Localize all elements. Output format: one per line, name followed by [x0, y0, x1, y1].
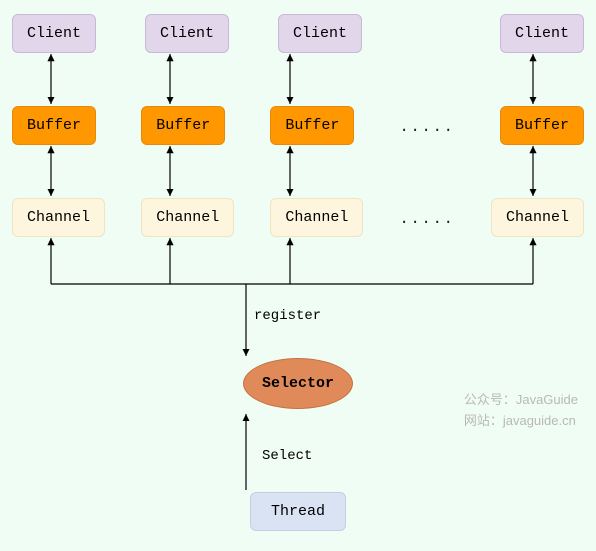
watermark-value: javaguide.cn — [503, 413, 576, 428]
ellipsis: ..... — [400, 117, 455, 135]
buffer-box: Buffer — [12, 106, 96, 145]
buffer-box: Buffer — [270, 106, 354, 145]
channel-box: Channel — [12, 198, 105, 237]
client-box: Client — [278, 14, 362, 53]
register-label: register — [254, 308, 321, 324]
channel-box: Channel — [270, 198, 363, 237]
buffer-box: Buffer — [141, 106, 225, 145]
selector-node: Selector — [243, 358, 353, 409]
watermark: 公众号：JavaGuide 网站：javaguide.cn — [464, 390, 578, 432]
client-box: Client — [500, 14, 584, 53]
ellipsis: ..... — [400, 209, 455, 227]
channel-box: Channel — [491, 198, 584, 237]
diagram-arrows — [0, 0, 596, 551]
client-box: Client — [12, 14, 96, 53]
buffer-box: Buffer — [500, 106, 584, 145]
client-box: Client — [145, 14, 229, 53]
thread-box: Thread — [250, 492, 346, 531]
channel-box: Channel — [141, 198, 234, 237]
watermark-label: 网站： — [464, 413, 503, 428]
select-label: Select — [262, 448, 312, 464]
watermark-value: JavaGuide — [516, 392, 578, 407]
watermark-label: 公众号： — [464, 392, 516, 407]
